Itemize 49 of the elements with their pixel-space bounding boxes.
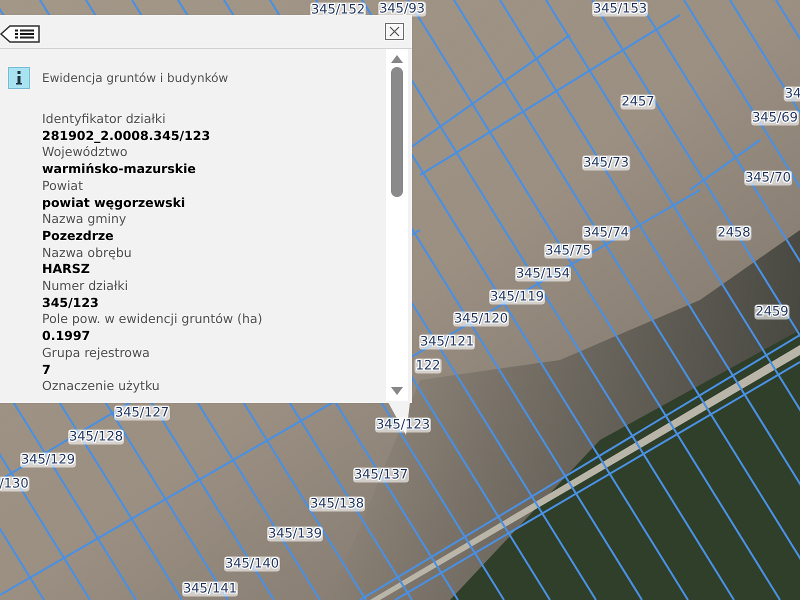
list-icon xyxy=(0,24,42,44)
field-label: Pole pow. w ewidencji gruntów (ha) xyxy=(42,311,264,328)
parcel-number: 345/74 xyxy=(582,226,630,240)
field-value: 0.1997 xyxy=(42,328,92,345)
field-label: Powiat xyxy=(42,178,84,195)
parcel-number: 345/154 xyxy=(515,266,571,282)
close-button[interactable] xyxy=(385,23,404,40)
field-value: powiat węgorzewski xyxy=(42,194,186,212)
field-label: Grupa rejestrowa xyxy=(42,344,151,362)
parcel-number: 345/141 xyxy=(182,582,238,596)
field-label: Nazwa obrębu xyxy=(42,244,133,262)
parcel-number: 2459 xyxy=(754,304,790,320)
parcel-number: 345/140 xyxy=(224,556,280,572)
field-value: 345/123 xyxy=(42,294,100,312)
close-icon xyxy=(389,26,400,37)
parcel-number: 345/73 xyxy=(582,156,630,170)
scroll-down-icon[interactable] xyxy=(391,387,403,395)
parcel-number: 345/70 xyxy=(744,170,792,186)
parcel-number: 345/121 xyxy=(419,334,475,350)
parcel-number: 122 xyxy=(414,358,442,374)
field-value: 281902_2.0008.345/123 xyxy=(42,128,212,144)
parcel-number: 345/128 xyxy=(68,430,124,444)
parcel-number: 345/153 xyxy=(592,2,648,16)
field-label: Województwo xyxy=(42,144,129,162)
parcel-number: 345/123 xyxy=(375,418,431,432)
field-label: Nazwa gminy xyxy=(42,211,128,228)
parcel-number: 345/139 xyxy=(267,526,323,542)
info-icon xyxy=(8,67,30,89)
parcel-number: 345/120 xyxy=(453,312,509,326)
scroll-up-icon[interactable] xyxy=(391,55,403,63)
popup-title: Ewidencja gruntów i budynków xyxy=(42,70,228,87)
field-value: HARSZ xyxy=(42,261,91,278)
field-label: Numer działki xyxy=(42,278,130,295)
parcel-number: 345/137 xyxy=(353,468,409,482)
parcel-number: 345/69 xyxy=(751,110,799,126)
parcel-number: 2457 xyxy=(620,94,656,110)
parcel-number: 345/129 xyxy=(20,452,76,468)
parcel-number: 345/138 xyxy=(309,496,365,512)
field-label: Oznaczenie użytku xyxy=(42,378,161,395)
field-value: 7 xyxy=(42,362,52,378)
scrollbar-thumb[interactable] xyxy=(391,67,403,197)
parcel-number: 345/119 xyxy=(489,290,545,304)
scrollbar[interactable] xyxy=(386,49,408,401)
parcel-number: 345/127 xyxy=(114,406,170,420)
parcel-number: 2458 xyxy=(716,226,752,240)
field-value: Pozezdrze xyxy=(42,228,115,245)
field-label: Identyfikator działki xyxy=(42,111,167,128)
parcel-number: 345/75 xyxy=(544,244,592,258)
field-value: warmińsko-mazurskie xyxy=(42,161,197,178)
